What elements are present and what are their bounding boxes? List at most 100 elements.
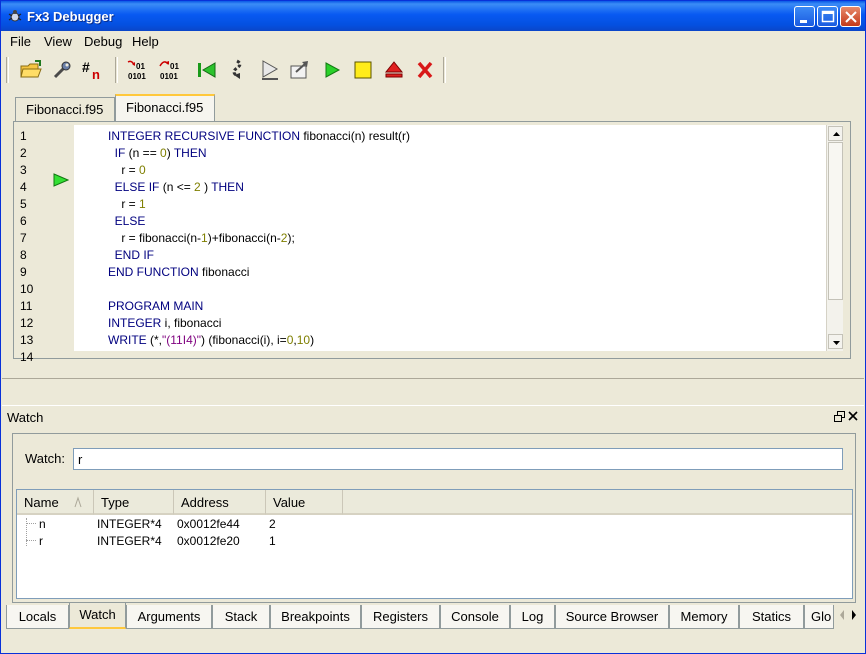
editor-vertical-scrollbar[interactable] (826, 125, 843, 351)
watch-pane-header: Watch (2, 405, 864, 427)
code-token: fibonacci (198, 265, 250, 279)
hash-n-icon[interactable]: # n (80, 58, 104, 82)
watch-row-name[interactable]: r (39, 534, 43, 548)
tab-arguments[interactable]: Arguments (126, 605, 212, 629)
column-header-type[interactable]: Type (94, 490, 174, 515)
watch-pane-title: Watch (7, 410, 44, 425)
line-number[interactable]: 14 (20, 350, 44, 364)
menu-file[interactable]: File (10, 34, 31, 49)
svg-text:0101: 0101 (128, 72, 146, 81)
restart-icon[interactable] (195, 58, 219, 82)
tab-registers[interactable]: Registers (361, 605, 440, 629)
watch-row-value[interactable]: 2 (269, 517, 276, 531)
tab-statics[interactable]: Statics (739, 605, 804, 629)
close-icon (845, 11, 857, 23)
eject-icon[interactable] (382, 58, 406, 82)
watch-row-type: INTEGER*4 (97, 517, 162, 531)
line-number[interactable]: 9 (20, 265, 44, 279)
minimize-button[interactable] (794, 6, 815, 27)
tab-source-browser[interactable]: Source Browser (555, 605, 669, 629)
line-number[interactable]: 1 (20, 129, 44, 143)
tab-locals[interactable]: Locals (6, 605, 69, 629)
tab-fibonacci-2[interactable]: Fibonacci.f95 (115, 94, 215, 121)
scroll-down-button[interactable] (828, 334, 843, 349)
code-token: 10 (296, 333, 311, 347)
line-number[interactable]: 2 (20, 146, 44, 160)
line-number[interactable]: 6 (20, 214, 44, 228)
tree-branch (26, 540, 36, 541)
code-line[interactable]: WRITE (*,"(11I4)") (fibonacci(i), i=0,10… (108, 333, 314, 347)
step-into-binary-icon[interactable]: 01 0101 (126, 58, 150, 82)
step-over-binary-icon[interactable]: 01 0101 (158, 58, 182, 82)
toolbar-grip[interactable] (6, 57, 9, 83)
float-pane-icon[interactable] (834, 411, 845, 422)
tab-log[interactable]: Log (510, 605, 555, 629)
tab-scroll-right-icon[interactable] (848, 605, 860, 625)
line-number[interactable]: 13 (20, 333, 44, 347)
code-line[interactable]: ELSE (108, 214, 146, 228)
menu-help[interactable]: Help (132, 34, 159, 49)
tab-globals[interactable]: Glo (804, 605, 834, 629)
close-button[interactable] (840, 6, 861, 27)
line-number[interactable]: 12 (20, 316, 44, 330)
line-number[interactable]: 3 (20, 163, 44, 177)
app-window: Fx3 Debugger File View Debug Help # n 01 0… (0, 0, 866, 654)
code-line[interactable]: PROGRAM MAIN (108, 299, 203, 313)
watch-row-address: 0x0012fe44 (177, 517, 240, 531)
tab-breakpoints[interactable]: Breakpoints (270, 605, 361, 629)
maximize-button[interactable] (817, 6, 838, 27)
code-token: r = fibonacci(n- (108, 231, 202, 245)
tab-memory[interactable]: Memory (669, 605, 739, 629)
tab-scroll-left-icon[interactable] (836, 605, 848, 625)
line-number[interactable]: 10 (20, 282, 44, 296)
code-line[interactable]: END IF (108, 248, 154, 262)
tab-fibonacci-1[interactable]: Fibonacci.f95 (15, 97, 115, 121)
tab-watch[interactable]: Watch (69, 603, 126, 629)
wrench-icon[interactable] (50, 58, 74, 82)
code-view[interactable]: INTEGER RECURSIVE FUNCTION fibonacci(n) … (74, 125, 826, 351)
tab-stack[interactable]: Stack (212, 605, 270, 629)
tab-console[interactable]: Console (440, 605, 510, 629)
code-token: END IF (108, 248, 155, 262)
run-to-cursor-icon[interactable] (288, 58, 312, 82)
code-line[interactable]: r = fibonacci(n-1)+fibonacci(n-2); (108, 231, 294, 245)
code-token: 1 (201, 231, 208, 245)
code-token: (*, (146, 333, 163, 347)
code-line[interactable]: INTEGER RECURSIVE FUNCTION fibonacci(n) … (108, 129, 410, 143)
column-header-value[interactable]: Value (266, 490, 343, 515)
line-number[interactable]: 5 (20, 197, 44, 211)
line-number[interactable]: 11 (20, 299, 44, 313)
menu-debug[interactable]: Debug (84, 34, 122, 49)
code-line[interactable]: IF (n == 0) THEN (108, 146, 207, 160)
scroll-up-button[interactable] (828, 126, 843, 141)
code-line[interactable]: END PROGRAM MAIN (108, 350, 232, 351)
code-token: 0 (160, 146, 167, 160)
watch-row-name[interactable]: n (39, 517, 46, 531)
watch-expression-input[interactable] (73, 448, 843, 470)
code-line[interactable]: r = 1 (108, 197, 145, 211)
step-out-icon[interactable] (258, 58, 282, 82)
toolbar-grip-2[interactable] (115, 57, 118, 83)
terminate-icon[interactable] (413, 58, 437, 82)
code-token: ) (fibonacci(i), i= (201, 333, 287, 347)
open-folder-icon[interactable] (19, 58, 43, 82)
watch-row-value[interactable]: 1 (269, 534, 276, 548)
code-line[interactable]: ELSE IF (n <= 2 ) THEN (108, 180, 244, 194)
stop-icon[interactable] (351, 58, 375, 82)
scroll-thumb[interactable] (828, 142, 843, 300)
column-header-address[interactable]: Address (174, 490, 266, 515)
close-pane-icon[interactable] (848, 411, 859, 422)
step-icon[interactable] (227, 58, 251, 82)
code-line[interactable]: INTEGER i, fibonacci (108, 316, 221, 330)
line-number[interactable]: 7 (20, 231, 44, 245)
line-number[interactable]: 8 (20, 248, 44, 262)
code-line[interactable]: r = 0 (108, 163, 145, 177)
menu-view[interactable]: View (44, 34, 72, 49)
code-line[interactable]: END FUNCTION fibonacci (108, 265, 249, 279)
line-number[interactable]: 4 (20, 180, 44, 194)
run-icon[interactable] (320, 58, 344, 82)
column-header-name[interactable]: Name (17, 490, 94, 515)
code-token: (n <= (159, 180, 195, 194)
minimize-icon (800, 20, 807, 23)
title-bar[interactable]: Fx3 Debugger (1, 1, 865, 31)
